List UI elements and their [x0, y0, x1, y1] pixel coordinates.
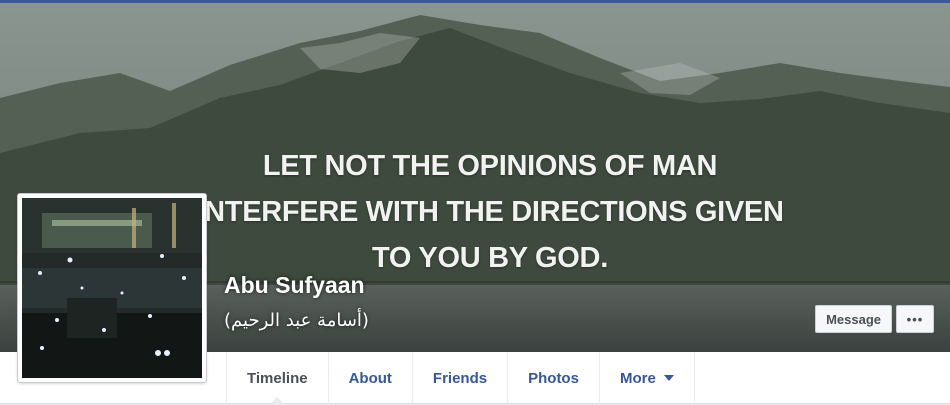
tab-about[interactable]: About — [329, 352, 413, 404]
cover-quote: LET NOT THE OPINIONS OF MAN INTERFERE WI… — [190, 143, 790, 281]
profile-tabs: Timeline About Friends Photos More — [226, 352, 695, 405]
ellipsis-icon: ••• — [906, 311, 924, 327]
alternate-name: (أسامة عبد الرحيم) — [224, 310, 369, 331]
message-button[interactable]: Message — [815, 305, 892, 333]
tab-label: Timeline — [247, 369, 308, 387]
options-button[interactable]: ••• — [896, 305, 934, 333]
tab-friends[interactable]: Friends — [413, 352, 509, 404]
profile-picture[interactable] — [17, 193, 207, 383]
quote-line: INTERFERE WITH THE DIRECTIONS GIVEN — [196, 196, 784, 228]
tab-photos[interactable]: Photos — [508, 352, 600, 404]
tab-label: Friends — [432, 369, 488, 387]
tab-label: About — [348, 369, 392, 387]
cover-actions: Message ••• — [815, 305, 934, 333]
tab-label: More — [619, 369, 656, 387]
tab-label: Photos — [528, 369, 579, 387]
profile-name[interactable]: Abu Sufyaan — [224, 272, 365, 299]
caret-down-icon — [663, 375, 674, 381]
quote-line: LET NOT THE OPINIONS OF MAN — [262, 150, 718, 182]
tab-more[interactable]: More — [600, 352, 695, 404]
tab-timeline[interactable]: Timeline — [226, 352, 329, 405]
profile-photo-image — [22, 198, 202, 378]
